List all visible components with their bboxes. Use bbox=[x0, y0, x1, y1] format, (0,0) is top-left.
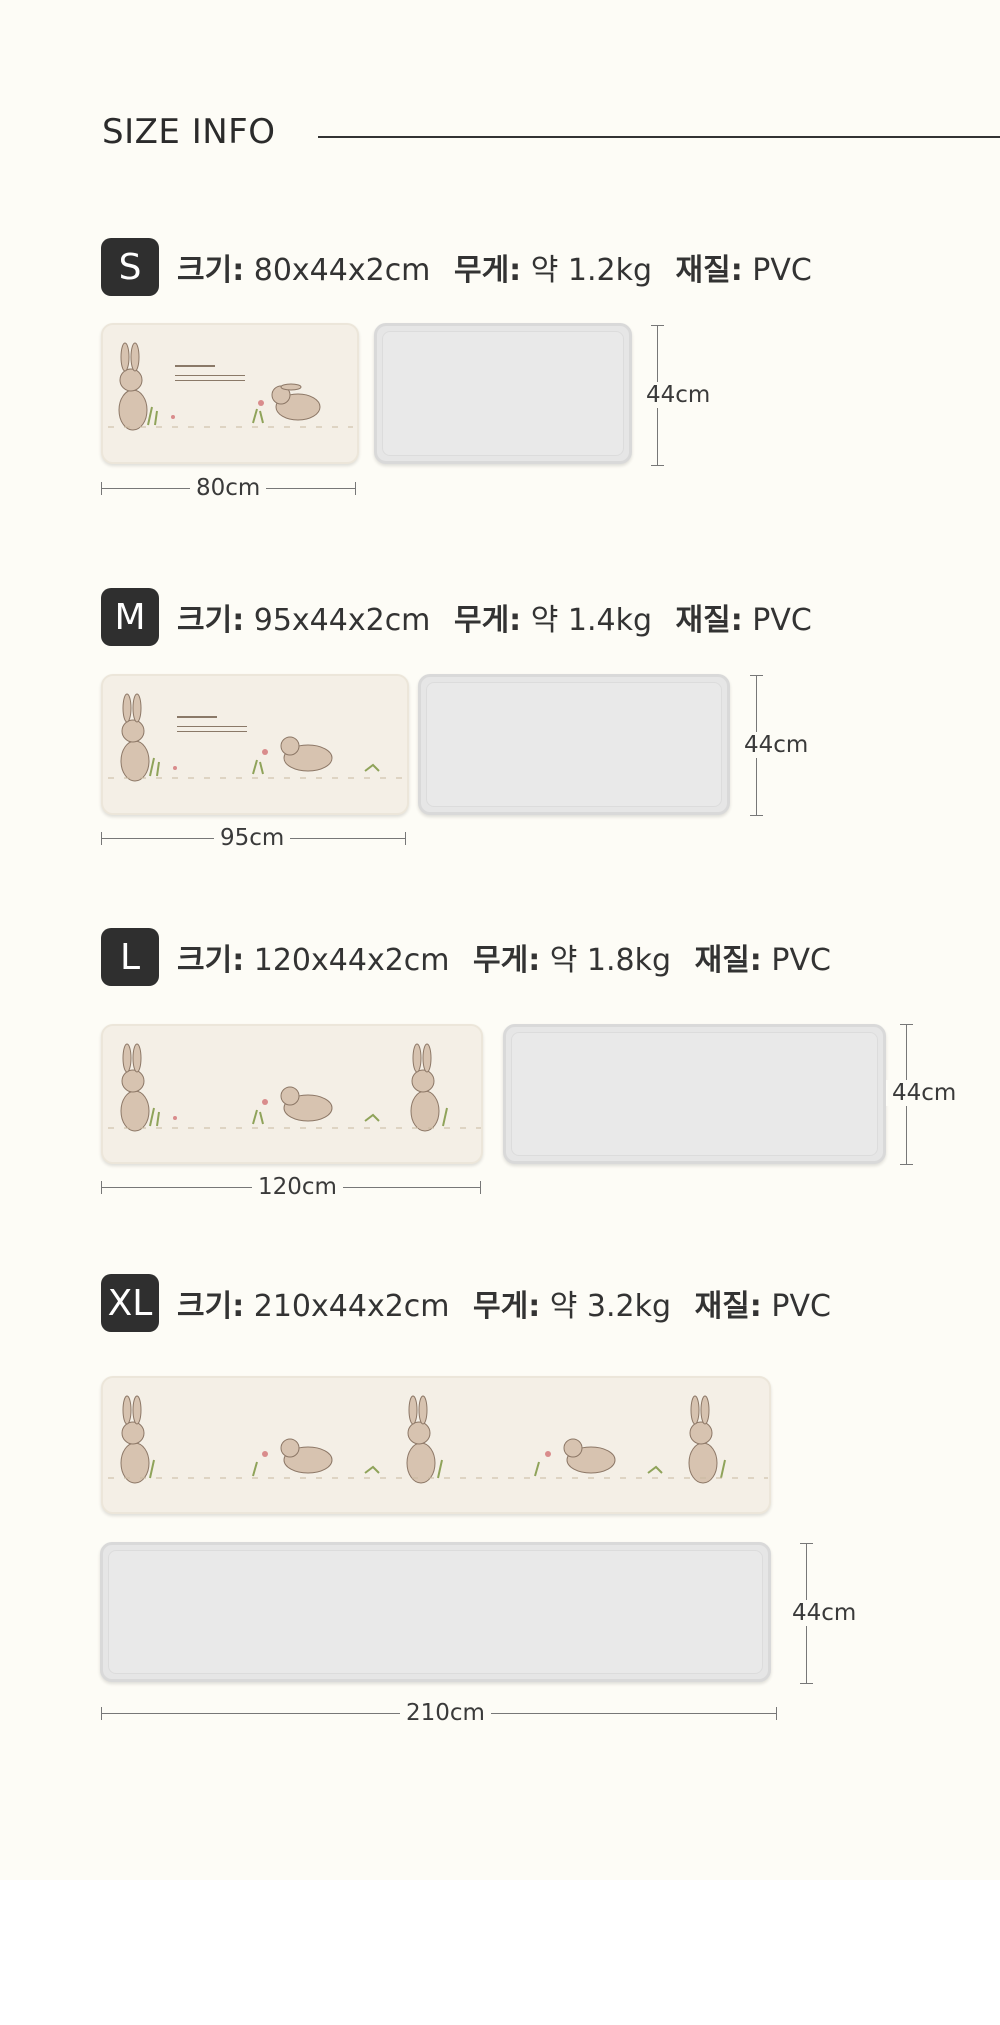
printed-mat-xl bbox=[101, 1376, 771, 1514]
size-badge-s: S bbox=[101, 238, 159, 296]
material-label: 재질: bbox=[675, 603, 743, 638]
weight-value: 약 1.8kg bbox=[549, 943, 672, 978]
plain-mat-m bbox=[418, 674, 730, 815]
size-label: 크기: bbox=[177, 253, 245, 288]
size-specs-s: 크기: 80x44x2cm 무게: 약 1.2kg 재질: PVC bbox=[177, 245, 826, 289]
material-value: PVC bbox=[752, 253, 812, 288]
width-tick bbox=[355, 482, 356, 495]
size-value: 95x44x2cm bbox=[253, 603, 431, 638]
printed-mat-m bbox=[101, 674, 409, 815]
width-tick bbox=[480, 1181, 481, 1194]
weight-value: 약 1.2kg bbox=[530, 253, 652, 288]
bunny-illustration bbox=[108, 1395, 768, 1484]
size-spec-row-m: M 크기: 95x44x2cm 무게: 약 1.4kg 재질: PVC bbox=[101, 588, 826, 646]
height-tick bbox=[651, 465, 664, 466]
size-value: 80x44x2cm bbox=[253, 253, 431, 288]
bunny-illustration bbox=[108, 1043, 481, 1132]
printed-mat-s bbox=[101, 323, 359, 464]
width-tick bbox=[405, 832, 406, 845]
height-tick bbox=[900, 1164, 913, 1165]
width-tick bbox=[101, 482, 102, 495]
height-tick bbox=[900, 1024, 913, 1025]
size-label: 크기: bbox=[177, 943, 245, 978]
size-specs-xl: 크기: 210x44x2cm 무게: 약 3.2kg 재질: PVC bbox=[177, 1281, 845, 1325]
weight-value: 약 3.2kg bbox=[549, 1289, 672, 1324]
width-tick bbox=[776, 1707, 777, 1720]
size-badge-l: L bbox=[101, 928, 159, 986]
size-spec-row-xl: XL 크기: 210x44x2cm 무게: 약 3.2kg 재질: PVC bbox=[101, 1274, 845, 1332]
size-spec-row-s: S 크기: 80x44x2cm 무게: 약 1.2kg 재질: PVC bbox=[101, 238, 826, 296]
plain-mat-s bbox=[374, 323, 632, 464]
weight-label: 무게: bbox=[453, 603, 522, 638]
section-header: SIZE INFO bbox=[102, 112, 275, 152]
header-divider bbox=[318, 136, 1000, 138]
weight-label: 무게: bbox=[453, 253, 522, 288]
size-spec-row-l: L 크기: 120x44x2cm 무게: 약 1.8kg 재질: PVC bbox=[101, 928, 845, 986]
weight-label: 무게: bbox=[473, 1289, 541, 1324]
material-value: PVC bbox=[752, 603, 812, 638]
size-value: 210x44x2cm bbox=[253, 1289, 450, 1324]
size-label: 크기: bbox=[177, 603, 245, 638]
width-label-s: 80cm bbox=[190, 475, 267, 501]
bunny-illustration bbox=[108, 693, 403, 782]
height-label-xl: 44cm bbox=[786, 1600, 863, 1626]
height-label-s: 44cm bbox=[640, 382, 717, 408]
size-value: 120x44x2cm bbox=[253, 943, 450, 978]
material-value: PVC bbox=[771, 1289, 831, 1324]
material-label: 재질: bbox=[694, 1289, 762, 1324]
section-title: SIZE INFO bbox=[102, 112, 276, 152]
material-label: 재질: bbox=[694, 943, 762, 978]
size-badge-xl: XL bbox=[101, 1274, 159, 1332]
height-label-m: 44cm bbox=[738, 732, 815, 758]
bunny-illustration bbox=[108, 342, 353, 431]
printed-mat-l bbox=[101, 1024, 483, 1164]
height-tick bbox=[750, 815, 763, 816]
width-tick bbox=[101, 1707, 102, 1720]
width-tick bbox=[101, 1181, 102, 1194]
width-label-l: 120cm bbox=[252, 1174, 343, 1200]
size-specs-l: 크기: 120x44x2cm 무게: 약 1.8kg 재질: PVC bbox=[177, 935, 845, 979]
height-label-l: 44cm bbox=[886, 1080, 963, 1106]
size-badge-m: M bbox=[101, 588, 159, 646]
material-value: PVC bbox=[771, 943, 831, 978]
weight-label: 무게: bbox=[473, 943, 541, 978]
weight-value: 약 1.4kg bbox=[530, 603, 652, 638]
page-footer-area bbox=[0, 1880, 1000, 2025]
height-tick bbox=[800, 1683, 813, 1684]
plain-mat-xl bbox=[100, 1542, 771, 1682]
width-label-xl: 210cm bbox=[400, 1700, 491, 1726]
height-tick bbox=[651, 325, 664, 326]
height-tick bbox=[800, 1543, 813, 1544]
material-label: 재질: bbox=[675, 253, 743, 288]
size-label: 크기: bbox=[177, 1289, 245, 1324]
width-tick bbox=[101, 832, 102, 845]
height-tick bbox=[750, 675, 763, 676]
plain-mat-l bbox=[503, 1024, 886, 1164]
size-specs-m: 크기: 95x44x2cm 무게: 약 1.4kg 재질: PVC bbox=[177, 595, 826, 639]
width-label-m: 95cm bbox=[214, 825, 291, 851]
